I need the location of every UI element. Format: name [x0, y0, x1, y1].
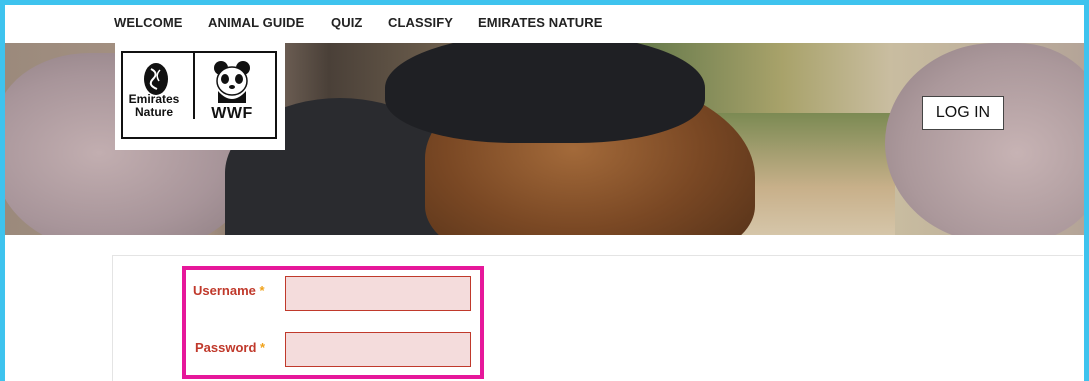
logo-partner-line2: Nature	[134, 105, 173, 119]
logo-partner-line1: Emirates	[128, 92, 180, 106]
nav-item-emirates-nature[interactable]: EMIRATES NATURE	[478, 15, 603, 30]
top-nav: WELCOME ANIMAL GUIDE QUIZ CLASSIFY EMIRA…	[5, 5, 1084, 43]
nav-item-quiz[interactable]: QUIZ	[331, 15, 362, 30]
hero-photo-hat-right	[885, 43, 1084, 235]
panda-icon	[214, 61, 250, 103]
site-logo[interactable]: Emirates Nature WWF	[115, 43, 285, 150]
nav-item-classify[interactable]: CLASSIFY	[388, 15, 453, 30]
page-frame: WELCOME ANIMAL GUIDE QUIZ CLASSIFY EMIRA…	[5, 5, 1084, 381]
hero-photo-hat	[385, 43, 705, 143]
logo-divider	[193, 51, 195, 119]
login-button[interactable]: LOG IN	[922, 96, 1004, 130]
nav-item-welcome[interactable]: WELCOME	[114, 15, 183, 30]
nav-item-animal-guide[interactable]: ANIMAL GUIDE	[208, 15, 304, 30]
annotation-highlight-box	[182, 266, 484, 379]
logo-brand-text: WWF	[211, 105, 253, 122]
